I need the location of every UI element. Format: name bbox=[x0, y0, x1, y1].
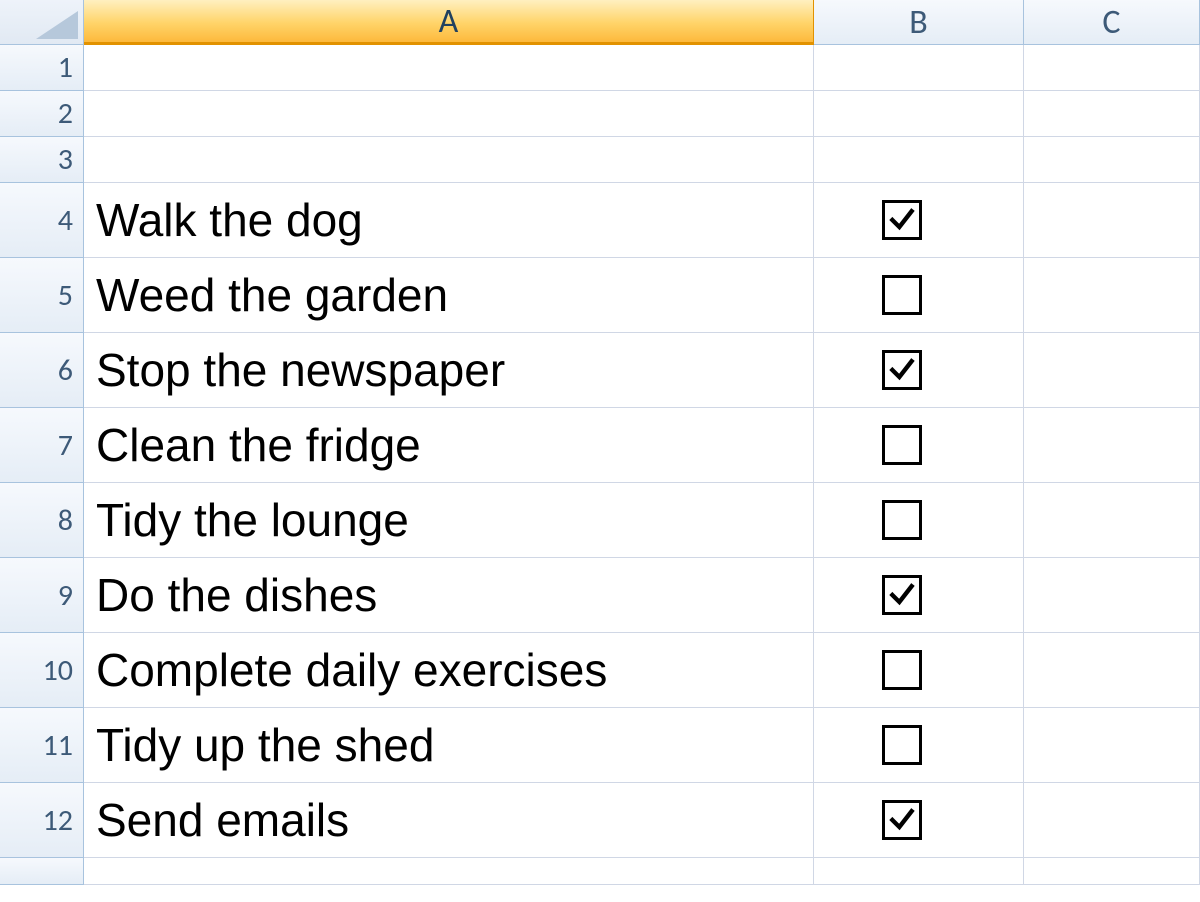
row-header-1[interactable]: 1 bbox=[0, 45, 84, 91]
cell-A4[interactable]: Walk the dog bbox=[84, 183, 814, 258]
cell-B2[interactable] bbox=[814, 91, 1024, 137]
cell-A2[interactable] bbox=[84, 91, 814, 137]
row-header-11[interactable]: 11 bbox=[0, 708, 84, 783]
cell-C11[interactable] bbox=[1024, 708, 1200, 783]
cell-B11[interactable] bbox=[814, 708, 1024, 783]
checkbox-row5[interactable] bbox=[882, 275, 922, 315]
cell-B12[interactable] bbox=[814, 783, 1024, 858]
checkbox-row9[interactable] bbox=[882, 575, 922, 615]
cell-B3[interactable] bbox=[814, 137, 1024, 183]
cell-A6[interactable]: Stop the newspaper bbox=[84, 333, 814, 408]
row-header-8[interactable]: 8 bbox=[0, 483, 84, 558]
cell-C6[interactable] bbox=[1024, 333, 1200, 408]
cell-A11[interactable]: Tidy up the shed bbox=[84, 708, 814, 783]
row-header-9[interactable]: 9 bbox=[0, 558, 84, 633]
checkbox-row11[interactable] bbox=[882, 725, 922, 765]
checkbox-row7[interactable] bbox=[882, 425, 922, 465]
cell-B4[interactable] bbox=[814, 183, 1024, 258]
column-header-A[interactable]: A bbox=[84, 0, 814, 45]
row-header-3[interactable]: 3 bbox=[0, 137, 84, 183]
column-header-C[interactable]: C bbox=[1024, 0, 1200, 45]
row-header-2[interactable]: 2 bbox=[0, 91, 84, 137]
cell-C3[interactable] bbox=[1024, 137, 1200, 183]
cell-B6[interactable] bbox=[814, 333, 1024, 408]
cell-A9[interactable]: Do the dishes bbox=[84, 558, 814, 633]
row-header-10[interactable]: 10 bbox=[0, 633, 84, 708]
cell-B7[interactable] bbox=[814, 408, 1024, 483]
row-header-5[interactable]: 5 bbox=[0, 258, 84, 333]
row-header-7[interactable]: 7 bbox=[0, 408, 84, 483]
cell-C5[interactable] bbox=[1024, 258, 1200, 333]
cell-C12[interactable] bbox=[1024, 783, 1200, 858]
cell-B9[interactable] bbox=[814, 558, 1024, 633]
spreadsheet-grid: A B C 1 2 3 4 Walk the dog 5 Weed the ga… bbox=[0, 0, 1200, 902]
cell-C1[interactable] bbox=[1024, 45, 1200, 91]
checkbox-row12[interactable] bbox=[882, 800, 922, 840]
cell-A8[interactable]: Tidy the lounge bbox=[84, 483, 814, 558]
checkbox-row8[interactable] bbox=[882, 500, 922, 540]
cell-A12[interactable]: Send emails bbox=[84, 783, 814, 858]
cell-B8[interactable] bbox=[814, 483, 1024, 558]
cell-C13[interactable] bbox=[1024, 858, 1200, 885]
cell-C10[interactable] bbox=[1024, 633, 1200, 708]
cell-C9[interactable] bbox=[1024, 558, 1200, 633]
cell-A3[interactable] bbox=[84, 137, 814, 183]
checkbox-row4[interactable] bbox=[882, 200, 922, 240]
select-all-corner[interactable] bbox=[0, 0, 84, 45]
checkbox-row6[interactable] bbox=[882, 350, 922, 390]
cell-C2[interactable] bbox=[1024, 91, 1200, 137]
column-header-B[interactable]: B bbox=[814, 0, 1024, 45]
checkbox-row10[interactable] bbox=[882, 650, 922, 690]
cell-A7[interactable]: Clean the fridge bbox=[84, 408, 814, 483]
cell-C8[interactable] bbox=[1024, 483, 1200, 558]
cell-A5[interactable]: Weed the garden bbox=[84, 258, 814, 333]
cell-B5[interactable] bbox=[814, 258, 1024, 333]
cell-B10[interactable] bbox=[814, 633, 1024, 708]
cell-C7[interactable] bbox=[1024, 408, 1200, 483]
cell-A13[interactable] bbox=[84, 858, 814, 885]
row-header-6[interactable]: 6 bbox=[0, 333, 84, 408]
cell-A10[interactable]: Complete daily exercises bbox=[84, 633, 814, 708]
row-header-13[interactable] bbox=[0, 858, 84, 885]
cell-C4[interactable] bbox=[1024, 183, 1200, 258]
cell-A1[interactable] bbox=[84, 45, 814, 91]
row-header-12[interactable]: 12 bbox=[0, 783, 84, 858]
row-header-4[interactable]: 4 bbox=[0, 183, 84, 258]
cell-B13[interactable] bbox=[814, 858, 1024, 885]
cell-B1[interactable] bbox=[814, 45, 1024, 91]
